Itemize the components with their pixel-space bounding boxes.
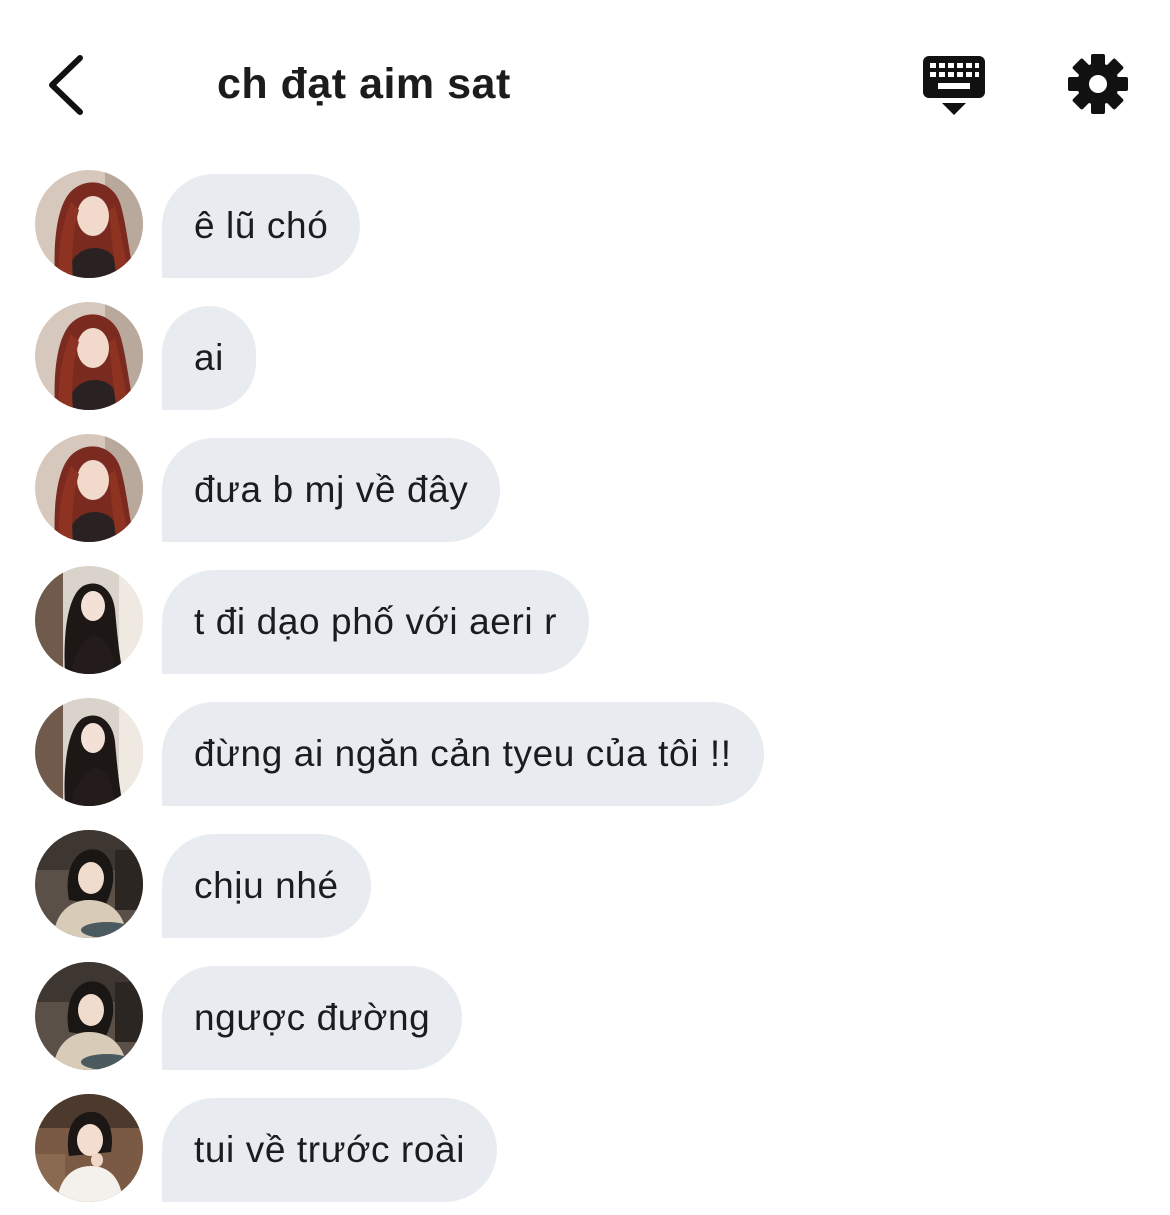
message-row: ê lũ chó xyxy=(0,160,1170,278)
message-row: tui về trước roài xyxy=(0,1084,1170,1202)
avatar[interactable] xyxy=(35,170,143,278)
keyboard-dismiss-icon xyxy=(923,56,985,115)
back-button[interactable] xyxy=(40,50,96,120)
settings-button[interactable] xyxy=(1066,52,1130,116)
message-row: chịu nhé xyxy=(0,820,1170,938)
message-bubble[interactable]: đừng ai ngăn cản tyeu của tôi !! xyxy=(162,702,764,806)
avatar[interactable] xyxy=(35,302,143,410)
avatar[interactable] xyxy=(35,1094,143,1202)
avatar[interactable] xyxy=(35,830,143,938)
message-row: đưa b mj về đây xyxy=(0,424,1170,542)
avatar[interactable] xyxy=(35,434,143,542)
message-row: ai xyxy=(0,292,1170,410)
message-row: đừng ai ngăn cản tyeu của tôi !! xyxy=(0,688,1170,806)
message-bubble[interactable]: ai xyxy=(162,306,256,410)
message-bubble[interactable]: tui về trước roài xyxy=(162,1098,498,1202)
avatar[interactable] xyxy=(35,962,143,1070)
keyboard-toggle-button[interactable] xyxy=(920,52,988,118)
chevron-left-icon xyxy=(49,55,83,115)
avatar[interactable] xyxy=(35,566,143,674)
avatar[interactable] xyxy=(35,698,143,806)
message-bubble[interactable]: ê lũ chó xyxy=(162,174,361,278)
chat-title: ch đạt aim sat xyxy=(217,60,511,108)
message-row: t đi dạo phố với aeri r xyxy=(0,556,1170,674)
chat-header: ch đạt aim sat xyxy=(0,0,1170,160)
gear-icon xyxy=(1068,54,1128,114)
message-bubble[interactable]: đưa b mj về đây xyxy=(162,438,501,542)
message-bubble[interactable]: t đi dạo phố với aeri r xyxy=(162,570,590,674)
message-bubble[interactable]: ngược đường xyxy=(162,966,463,1070)
message-bubble[interactable]: chịu nhé xyxy=(162,834,371,938)
message-row: ngược đường xyxy=(0,952,1170,1070)
